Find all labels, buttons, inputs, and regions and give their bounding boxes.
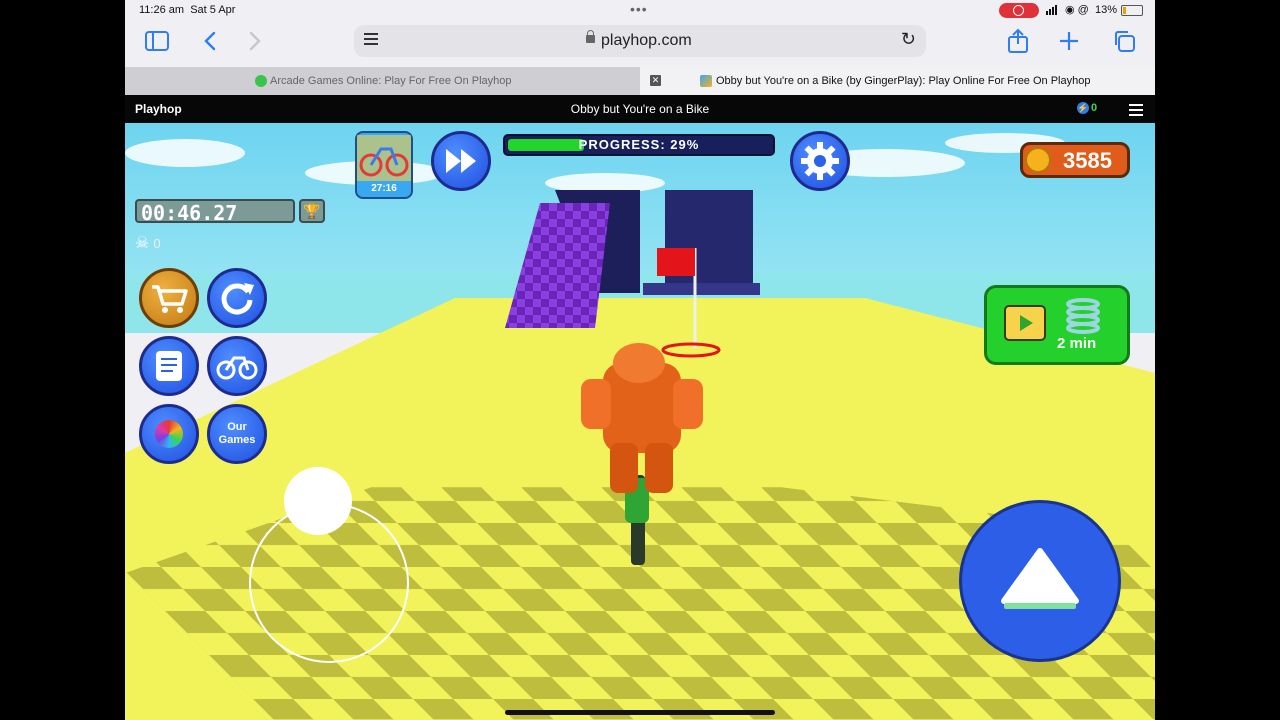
bike-icon — [216, 356, 258, 380]
our-games-label: Our Games — [218, 421, 256, 446]
skull-icon: ☠ — [135, 235, 150, 252]
reward-time: 2 min — [1057, 335, 1097, 352]
tab-obby-bike[interactable]: ✕ Obby but You're on a Bike (by GingerPl… — [640, 67, 1155, 95]
restart-icon — [221, 283, 254, 315]
settings-button[interactable] — [790, 131, 850, 191]
close-tab-icon[interactable]: ✕ — [650, 75, 661, 86]
game-favicon-icon — [700, 75, 712, 87]
trophy-icon[interactable]: 🏆 — [299, 199, 325, 223]
bikes-button[interactable] — [207, 336, 267, 396]
joystick-knob[interactable] — [284, 467, 352, 535]
skip-level-button[interactable] — [431, 131, 491, 191]
tab-label: Obby but You're on a Bike (by GingerPlay… — [716, 75, 1091, 87]
tab-arcade-games[interactable]: Arcade Games Online: Play For Free On Pl… — [125, 67, 640, 95]
death-count: 0 — [153, 236, 161, 251]
playhop-header: Playhop Obby but You're on a Bike ⚡ 0 — [125, 95, 1155, 123]
run-timer: 00:46.27 — [135, 199, 295, 225]
restart-button[interactable] — [207, 268, 267, 328]
our-games-button[interactable]: Our Games — [207, 404, 267, 464]
game-canvas[interactable]: 27:16 PROGRESS: 29% 3585 00:46.27 🏆 ☠ 0 … — [125, 123, 1155, 720]
color-wheel-icon — [155, 420, 183, 448]
skip-icon — [446, 149, 476, 173]
coin-value: 3585 — [1063, 148, 1112, 173]
home-indicator — [505, 710, 775, 715]
lock-icon — [586, 30, 595, 43]
sidebar-icon[interactable] — [145, 31, 169, 51]
status-time: 11:26 am Sat 5 Apr — [139, 4, 236, 16]
jump-button[interactable] — [959, 500, 1121, 662]
bike-thumbnail-icon — [357, 135, 411, 181]
jump-arrow-icon — [1001, 548, 1079, 609]
customize-button[interactable] — [139, 404, 199, 464]
ad-reward-button[interactable]: 2 min — [984, 285, 1130, 365]
shop-button[interactable] — [139, 268, 199, 328]
progress-bar: PROGRESS: 29% — [503, 134, 775, 156]
address-bar[interactable]: playhop.com ↻ — [354, 25, 926, 57]
battery-icon — [1121, 5, 1143, 16]
screen-record-icon — [999, 3, 1039, 18]
reader-icon[interactable] — [364, 33, 378, 47]
cellular-signal-icon — [1046, 5, 1059, 15]
url-text[interactable]: playhop.com — [601, 32, 692, 50]
wifi-icon: ◉ @ — [1065, 4, 1089, 16]
lightning-icon: ⚡ — [1077, 102, 1089, 114]
tab-overview-icon[interactable] — [1113, 30, 1135, 52]
tab-bar: Arcade Games Online: Play For Free On Pl… — [125, 67, 1155, 95]
settings-icon — [801, 142, 839, 180]
multitasking-dots[interactable]: ••• — [630, 1, 648, 17]
energy-counter[interactable]: ⚡ 0 — [1077, 102, 1097, 114]
menu-icon[interactable] — [1129, 104, 1143, 119]
browser-toolbar: playhop.com ↻ — [125, 22, 1155, 66]
level-timer: 27:16 — [371, 183, 397, 194]
video-ad-icon — [1004, 305, 1046, 341]
status-bar: 11:26 am Sat 5 Apr ••• ◉ @ 13% — [125, 0, 1155, 22]
playhop-favicon-icon — [255, 75, 267, 87]
battery-percent: 13% — [1095, 4, 1118, 16]
death-counter: ☠ 0 — [135, 233, 161, 253]
progress-label: PROGRESS: 29% — [578, 137, 700, 152]
shop-cart-icon — [152, 285, 188, 313]
game-title: Obby but You're on a Bike — [570, 102, 710, 116]
tab-label: Arcade Games Online: Play For Free On Pl… — [270, 75, 512, 87]
quests-scroll-icon — [156, 351, 182, 381]
reload-icon[interactable]: ↻ — [901, 29, 916, 50]
quests-button[interactable] — [139, 336, 199, 396]
share-icon[interactable] — [1007, 28, 1029, 54]
forward-icon[interactable] — [248, 31, 262, 51]
level-badge[interactable]: 27:16 — [355, 131, 413, 199]
coin-icon — [1025, 147, 1051, 173]
back-icon[interactable] — [203, 31, 217, 51]
coin-counter: 3585 — [1020, 142, 1130, 178]
ipad-screen: 11:26 am Sat 5 Apr ••• ◉ @ 13% playhop.c… — [125, 0, 1155, 720]
new-tab-icon[interactable] — [1059, 31, 1079, 51]
